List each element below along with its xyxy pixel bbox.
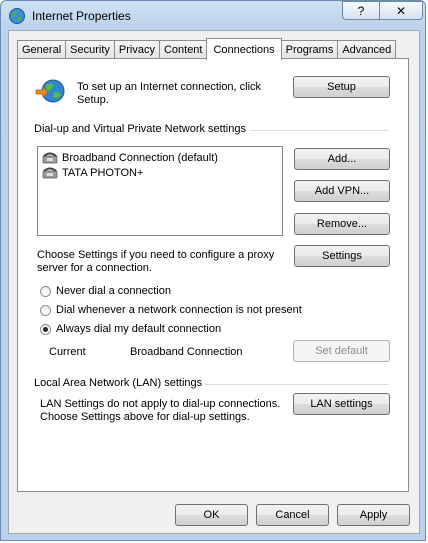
network-setup-icon [35,79,65,103]
connection-label: Broadband Connection (default) [62,151,218,164]
current-label: Current [49,346,86,358]
tab-strip: General Security Privacy Content Connect… [17,38,397,60]
current-connection-value: Broadband Connection [130,346,243,358]
radio-dial-whenever-indicator[interactable] [40,304,51,316]
remove-button[interactable]: Remove... [294,213,390,235]
ok-button[interactable]: OK [175,504,248,526]
lan-section-title: Local Area Network (LAN) settings [34,377,203,389]
tab-programs[interactable]: Programs [280,40,339,59]
phone-connection-icon [42,167,58,179]
tab-connections[interactable]: Connections [206,38,282,60]
close-button[interactable]: ✕ [379,1,423,20]
phone-connection-icon [42,152,58,164]
proxy-settings-description-line1: Choose Settings if you need to configure… [37,249,275,261]
list-item[interactable]: TATA PHOTON+ [42,165,143,180]
tab-advanced[interactable]: Advanced [337,40,397,59]
radio-never-dial-label: Never dial a connection [56,285,171,297]
tab-privacy[interactable]: Privacy [113,40,160,59]
connection-label: TATA PHOTON+ [62,166,144,179]
lan-section-divider [205,384,389,385]
lan-settings-button[interactable]: LAN settings [293,393,390,415]
setup-description-line1: To set up an Internet connection, click [77,81,262,93]
tab-security[interactable]: Security [65,40,115,59]
help-icon: ? [357,3,365,18]
tab-content[interactable]: Content [158,40,208,59]
tab-general[interactable]: General [17,40,67,59]
radio-dial-whenever-label: Dial whenever a network connection is no… [56,304,302,316]
settings-button[interactable]: Settings [294,245,390,267]
add-button[interactable]: Add... [294,148,390,170]
proxy-settings-description-line2: server for a connection. [37,262,152,274]
lan-description-line2: Choose Settings above for dial-up settin… [40,411,250,423]
setup-description-line2: Setup. [77,94,109,106]
internet-globe-icon [9,8,25,24]
cancel-button[interactable]: Cancel [256,504,329,526]
dialup-section-divider [250,130,389,131]
radio-never-dial[interactable]: Never dial a connection [40,285,171,297]
radio-always-dial-label: Always dial my default connection [56,323,222,335]
radio-always-dial-indicator[interactable] [40,323,51,335]
apply-button[interactable]: Apply [337,504,410,526]
dialup-section-title: Dial-up and Virtual Private Network sett… [34,123,246,135]
add-vpn-button[interactable]: Add VPN... [294,180,390,202]
help-button[interactable]: ? [342,1,380,20]
connections-listbox[interactable]: Broadband Connection (default) TATA PHOT… [37,146,283,236]
radio-always-dial[interactable]: Always dial my default connection [40,323,221,335]
window-title: Internet Properties [32,9,131,23]
title-bar[interactable]: Internet Properties ? ✕ [1,1,425,31]
setup-button[interactable]: Setup [293,76,390,98]
close-icon: ✕ [395,3,407,18]
list-item[interactable]: Broadband Connection (default) [42,150,218,165]
set-default-button[interactable]: Set default [293,340,390,362]
lan-description-line1: LAN Settings do not apply to dial-up con… [40,398,281,410]
radio-dial-whenever[interactable]: Dial whenever a network connection is no… [40,304,302,316]
radio-never-dial-indicator[interactable] [40,285,51,297]
